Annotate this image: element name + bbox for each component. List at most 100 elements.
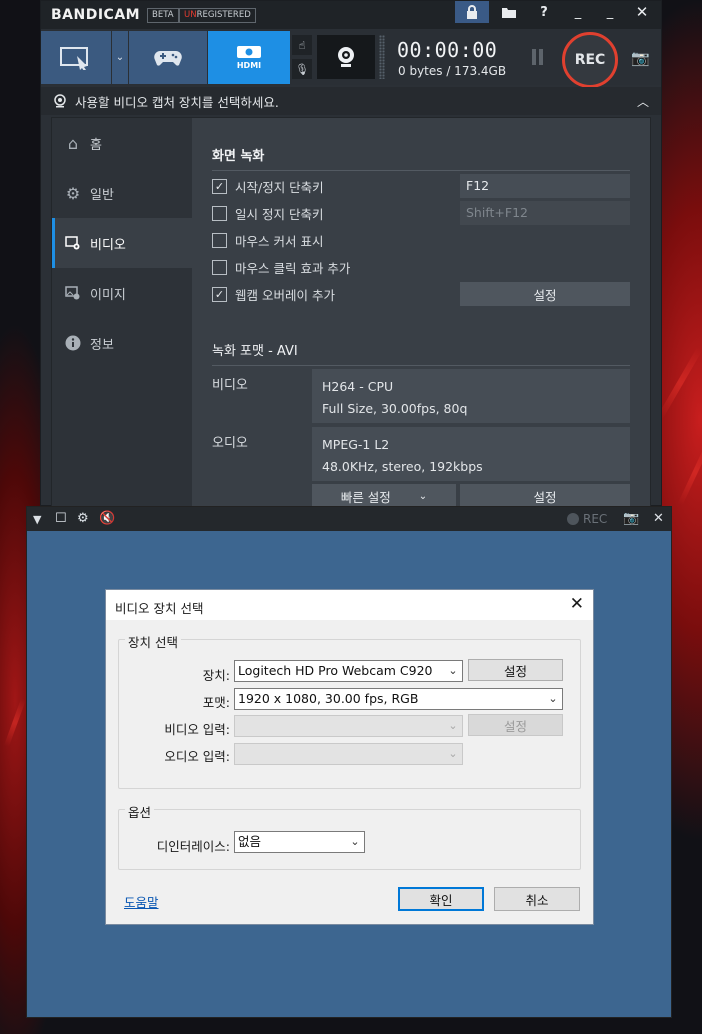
bandicam-window: BANDICAM BETA UNREGISTERED ? _ _ ✕ ⌄ HDM… bbox=[40, 0, 662, 508]
mute-button[interactable]: 🔇 bbox=[99, 511, 115, 526]
preview-toolbar: ▼ ☐ ⚙ 🔇 REC 📷 ✕ bbox=[27, 507, 671, 531]
checkbox-unchecked[interactable] bbox=[212, 232, 227, 248]
format-select[interactable]: 1920 x 1080, 30.00 fps, RGB ⌄ bbox=[234, 688, 563, 710]
sidebar-item-label: 일반 bbox=[90, 187, 114, 203]
unreg-prefix: UN bbox=[184, 10, 197, 20]
preview-menu-button[interactable]: ▼ bbox=[33, 513, 41, 526]
format-settings-button[interactable]: 설정 bbox=[460, 484, 630, 508]
game-mode-button[interactable] bbox=[129, 31, 207, 84]
screenshot-button[interactable]: 📷 bbox=[631, 49, 650, 67]
close-icon: ✕ bbox=[653, 511, 664, 526]
deinterlace-select[interactable]: 없음 ⌄ bbox=[234, 831, 365, 853]
cursor-toggle-button[interactable]: ☝ bbox=[292, 35, 312, 55]
preview-window-button[interactable]: ☐ bbox=[55, 511, 67, 526]
option-label: 시작/정지 단축키 bbox=[235, 179, 324, 195]
hint-text: 사용할 비디오 캡처 장치를 선택하세요. bbox=[75, 94, 279, 110]
close-icon: ✕ bbox=[569, 594, 584, 614]
gear-icon: ⚙ bbox=[77, 511, 89, 526]
pause-hotkey-field: Shift+F12 bbox=[460, 201, 630, 225]
preview-settings-button[interactable]: ⚙ bbox=[77, 511, 89, 526]
device-settings-button[interactable]: 설정 bbox=[468, 659, 563, 681]
info-icon bbox=[64, 335, 82, 351]
sidebar-item-video[interactable]: 비디오 bbox=[52, 218, 192, 268]
gamepad-icon bbox=[154, 50, 182, 66]
chevron-down-icon: ⌄ bbox=[448, 719, 458, 732]
chevron-down-icon: ⌄ bbox=[115, 52, 125, 63]
source-buttons: ☝ 🎙 bbox=[292, 35, 314, 81]
close-icon: ✕ bbox=[635, 3, 649, 21]
show-cursor-option[interactable]: 마우스 커서 표시 bbox=[212, 230, 323, 250]
video-params: Full Size, 30.00fps, 80q bbox=[322, 401, 468, 416]
format-label: 포맷: bbox=[202, 695, 230, 710]
title-bar[interactable]: BANDICAM BETA UNREGISTERED ? _ _ ✕ bbox=[41, 1, 661, 29]
webcam-overlay-settings-button[interactable]: 설정 bbox=[460, 282, 630, 306]
sidebar: ⌂ 홈 ⚙ 일반 비디오 이미지 정보 bbox=[52, 118, 192, 506]
record-dot-icon bbox=[567, 513, 579, 525]
sidebar-item-info[interactable]: 정보 bbox=[52, 318, 192, 368]
pause-hotkey-option[interactable]: 일시 정지 단축키 bbox=[212, 203, 323, 223]
microphone-toggle-button[interactable]: 🎙 bbox=[292, 59, 312, 79]
webcam-toggle-button[interactable] bbox=[317, 35, 375, 79]
screen-mode-dropdown[interactable]: ⌄ bbox=[112, 31, 128, 84]
chevron-down-icon: ⌄ bbox=[448, 747, 458, 760]
device-value: Logitech HD Pro Webcam C920 bbox=[238, 663, 433, 678]
dialog-title: 비디오 장치 선택 bbox=[115, 601, 204, 616]
image-settings-icon bbox=[64, 285, 82, 301]
preview-close-button[interactable]: ✕ bbox=[653, 511, 664, 526]
close-button[interactable]: ✕ bbox=[625, 1, 659, 23]
help-link[interactable]: 도움말 bbox=[124, 892, 159, 911]
video-format-label: 비디오 bbox=[212, 378, 248, 393]
checkbox-unchecked[interactable] bbox=[212, 259, 227, 275]
gear-icon: ⚙ bbox=[65, 183, 81, 203]
checkbox-unchecked[interactable] bbox=[212, 205, 227, 221]
option-label: 마우스 커서 표시 bbox=[235, 233, 324, 249]
device-mode-button[interactable]: HDMI bbox=[208, 31, 290, 84]
preview-snapshot-button[interactable]: 📷 bbox=[623, 511, 639, 526]
audio-format-label: 오디오 bbox=[212, 436, 248, 451]
video-settings-content: 화면 녹화 ✓ 시작/정지 단축키 F12 일시 정지 단축키 Shift+F1… bbox=[192, 118, 650, 508]
folder-icon bbox=[502, 7, 516, 18]
pause-button[interactable] bbox=[532, 49, 546, 65]
dialog-title-bar[interactable]: 비디오 장치 선택 ✕ bbox=[106, 590, 593, 620]
webcam-overlay-option[interactable]: ✓ 웹캠 오버레이 추가 bbox=[212, 284, 335, 304]
help-button[interactable]: ? bbox=[527, 1, 561, 23]
restore-button[interactable]: _ bbox=[593, 1, 627, 23]
audio-input-select: ⌄ bbox=[234, 743, 463, 765]
audio-codec: MPEG-1 L2 bbox=[322, 437, 390, 452]
start-stop-hotkey-field[interactable]: F12 bbox=[460, 174, 630, 198]
screen-rect-icon bbox=[60, 46, 88, 70]
hint-bar: 사용할 비디오 캡처 장치를 선택하세요. ︿ bbox=[41, 87, 661, 115]
unregistered-badge[interactable]: UNREGISTERED bbox=[179, 8, 256, 23]
video-codec: H264 - CPU bbox=[322, 379, 394, 394]
chevron-down-icon: ⌄ bbox=[448, 664, 458, 677]
help-icon: ? bbox=[540, 4, 548, 20]
sidebar-item-image[interactable]: 이미지 bbox=[52, 268, 192, 318]
device-group-title: 장치 선택 bbox=[125, 632, 181, 651]
ok-button[interactable]: 확인 bbox=[398, 887, 484, 911]
deinterlace-label: 디인터레이스: bbox=[156, 839, 230, 854]
click-effect-option[interactable]: 마우스 클릭 효과 추가 bbox=[212, 257, 350, 277]
sidebar-item-general[interactable]: ⚙ 일반 bbox=[52, 168, 192, 218]
checkbox-checked[interactable]: ✓ bbox=[212, 178, 227, 194]
camera-icon: 📷 bbox=[623, 511, 640, 526]
lock-button[interactable] bbox=[455, 1, 489, 23]
option-label: 웹캠 오버레이 추가 bbox=[235, 287, 335, 303]
device-select[interactable]: Logitech HD Pro Webcam C920 ⌄ bbox=[234, 660, 463, 682]
chevron-up-icon: ︿ bbox=[636, 95, 649, 109]
checkbox-checked[interactable]: ✓ bbox=[212, 286, 227, 302]
minimize-button[interactable]: _ bbox=[561, 1, 595, 23]
screen-mode-button[interactable] bbox=[41, 31, 111, 84]
sidebar-item-home[interactable]: ⌂ 홈 bbox=[52, 118, 192, 168]
record-button[interactable]: REC bbox=[562, 32, 618, 88]
preview-rec-button[interactable]: REC bbox=[567, 512, 607, 526]
cancel-button[interactable]: 취소 bbox=[494, 887, 580, 911]
folder-button[interactable] bbox=[492, 1, 526, 23]
quick-settings-button[interactable]: 빠른 설정 ⌄ bbox=[312, 484, 456, 508]
speaker-muted-icon: 🔇 bbox=[99, 511, 116, 526]
collapse-button[interactable]: ︿ bbox=[637, 93, 649, 110]
audio-format-box[interactable]: MPEG-1 L2 48.0KHz, stereo, 192kbps bbox=[312, 427, 630, 481]
start-stop-hotkey-option[interactable]: ✓ 시작/정지 단축키 bbox=[212, 176, 324, 196]
video-format-box[interactable]: H264 - CPU Full Size, 30.00fps, 80q bbox=[312, 369, 630, 423]
dialog-close-button[interactable]: ✕ bbox=[570, 594, 584, 614]
video-settings-icon bbox=[64, 235, 82, 251]
